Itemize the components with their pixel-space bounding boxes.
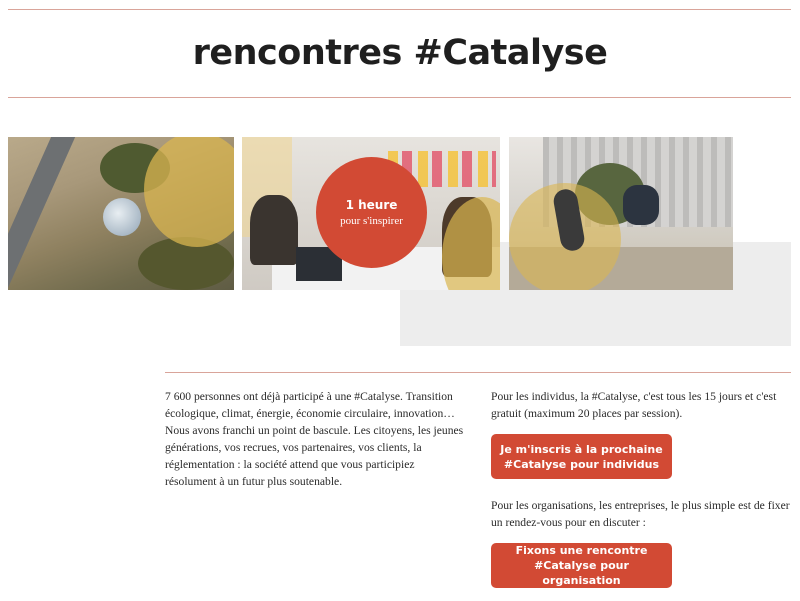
meeting-room-photo: 1 heure pour s'inspirer <box>242 137 500 290</box>
photo-road <box>8 137 81 290</box>
page-title: rencontres #Catalyse <box>192 33 608 73</box>
title-rule <box>8 97 791 98</box>
individuals-text: Pour les individus, la #Catalyse, c'est … <box>491 390 777 420</box>
street-jumping-photo <box>509 137 733 290</box>
register-individual-button[interactable]: Je m'inscris à la prochaine #Catalyse po… <box>491 434 672 479</box>
top-rule <box>8 9 791 10</box>
organisation-meeting-button[interactable]: Fixons une rencontre #Catalyse pour orga… <box>491 543 672 588</box>
intro-paragraph: 7 600 personnes ont déjà participé à une… <box>165 390 464 488</box>
person <box>250 195 298 265</box>
content-rule <box>165 372 791 373</box>
yellow-circle-overlay <box>144 137 234 247</box>
badge-subtitle: pour s'inspirer <box>340 215 403 227</box>
organisations-text: Pour les organisations, les entreprises,… <box>491 499 790 529</box>
aerial-landscape-photo <box>8 137 234 290</box>
jumping-person <box>623 185 659 225</box>
photo-dome <box>103 198 141 236</box>
one-hour-badge: 1 heure pour s'inspirer <box>316 157 427 268</box>
badge-title: 1 heure <box>345 198 398 212</box>
